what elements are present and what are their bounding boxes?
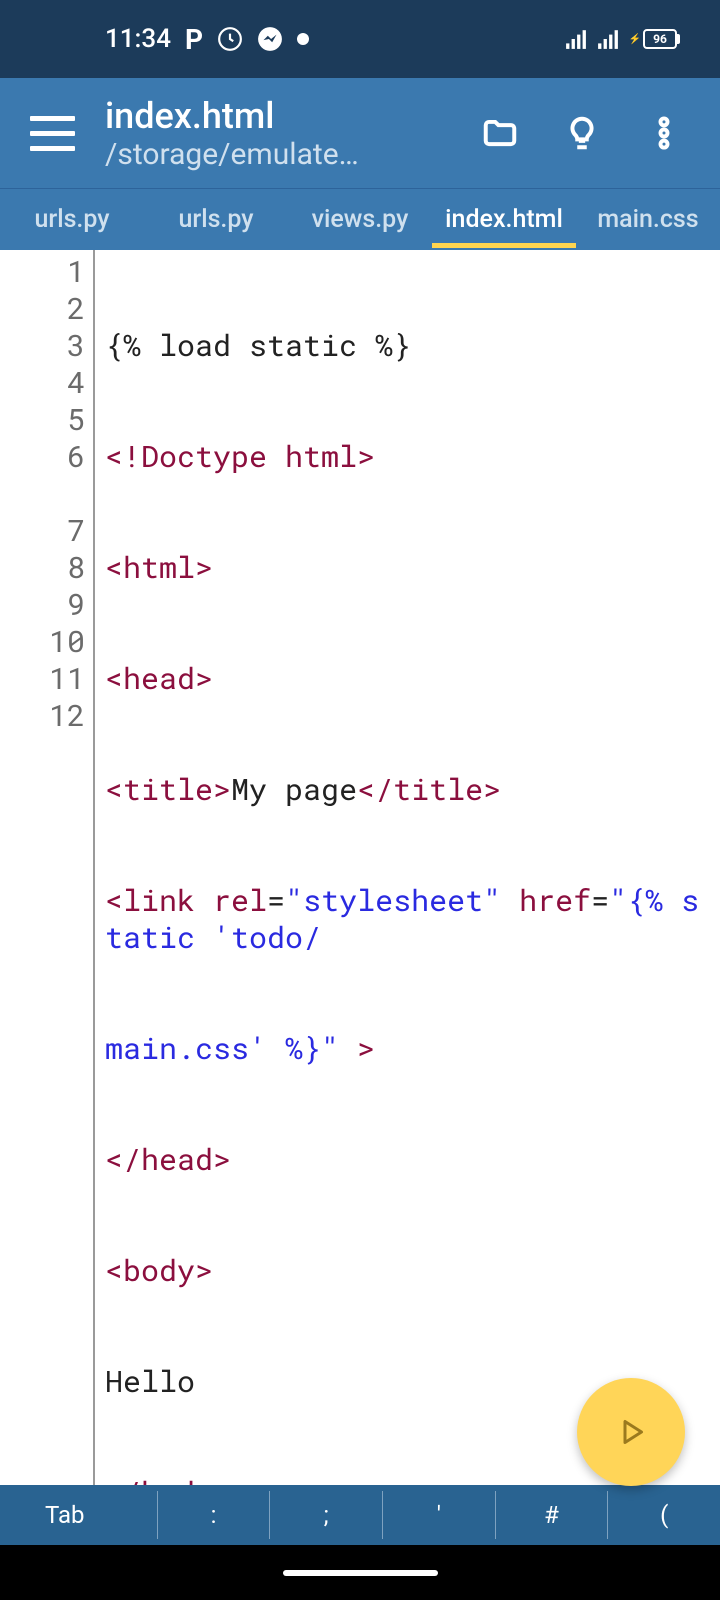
appbar-actions bbox=[479, 112, 700, 154]
folder-button[interactable] bbox=[479, 112, 521, 154]
quick-key-row: Tab : ; ' # ( bbox=[0, 1485, 720, 1545]
tab-urls-1[interactable]: urls.py bbox=[0, 191, 144, 248]
key-quote[interactable]: ' bbox=[383, 1491, 496, 1539]
tab-urls-2[interactable]: urls.py bbox=[144, 191, 288, 248]
code-editor[interactable]: 1 2 3 4 5 6 7 8 9 10 11 12 {% load stati… bbox=[0, 250, 720, 1485]
key-tab[interactable]: Tab bbox=[0, 1491, 158, 1539]
status-time: 11:34 bbox=[105, 24, 171, 54]
messenger-icon bbox=[257, 26, 283, 52]
code-area[interactable]: {% load static %} <!Doctype html> <html>… bbox=[95, 250, 720, 1485]
notification-dot-icon bbox=[297, 33, 309, 45]
system-nav-bar[interactable] bbox=[0, 1545, 720, 1600]
tab-main-css[interactable]: main.css bbox=[576, 191, 720, 248]
appbar-title-block: index.html /storage/emulate… bbox=[105, 95, 449, 172]
play-icon bbox=[613, 1414, 649, 1450]
run-button[interactable] bbox=[577, 1378, 685, 1486]
signal-icon bbox=[565, 28, 587, 50]
file-path: /storage/emulate… bbox=[105, 137, 449, 172]
pandora-icon: P bbox=[185, 23, 203, 56]
status-right: ⚡ 96 bbox=[565, 28, 680, 50]
menu-button[interactable] bbox=[30, 116, 75, 151]
key-colon[interactable]: : bbox=[158, 1491, 271, 1539]
tab-views[interactable]: views.py bbox=[288, 191, 432, 248]
tab-bar: urls.py urls.py views.py index.html main… bbox=[0, 188, 720, 250]
lightbulb-button[interactable] bbox=[561, 112, 603, 154]
status-left: 11:34 P bbox=[105, 23, 309, 56]
whatsapp-icon bbox=[217, 26, 243, 52]
signal2-icon bbox=[597, 28, 619, 50]
home-indicator[interactable] bbox=[283, 1570, 438, 1576]
tab-index[interactable]: index.html bbox=[432, 191, 576, 248]
app-bar: index.html /storage/emulate… bbox=[0, 78, 720, 188]
more-button[interactable] bbox=[643, 112, 685, 154]
status-bar: 11:34 P ⚡ 96 bbox=[0, 0, 720, 78]
key-hash[interactable]: # bbox=[496, 1491, 609, 1539]
key-semi[interactable]: ; bbox=[270, 1491, 383, 1539]
key-paren[interactable]: ( bbox=[608, 1491, 720, 1539]
battery-icon: ⚡ 96 bbox=[629, 29, 680, 49]
screen: 11:34 P ⚡ 96 bbox=[0, 0, 720, 1600]
file-name: index.html bbox=[105, 95, 449, 137]
gutter: 1 2 3 4 5 6 7 8 9 10 11 12 bbox=[0, 250, 95, 1485]
battery-level: 96 bbox=[643, 29, 677, 49]
